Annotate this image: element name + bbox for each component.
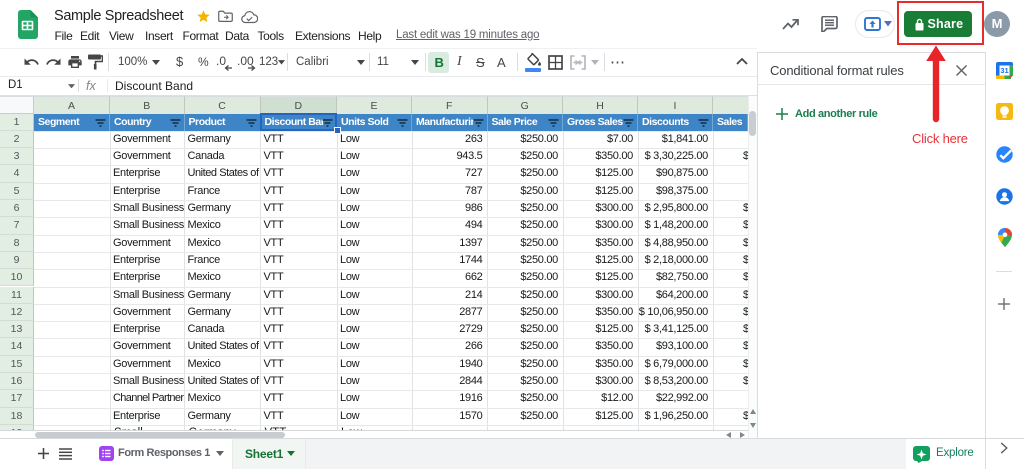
svg-text:31: 31 <box>1000 66 1008 75</box>
